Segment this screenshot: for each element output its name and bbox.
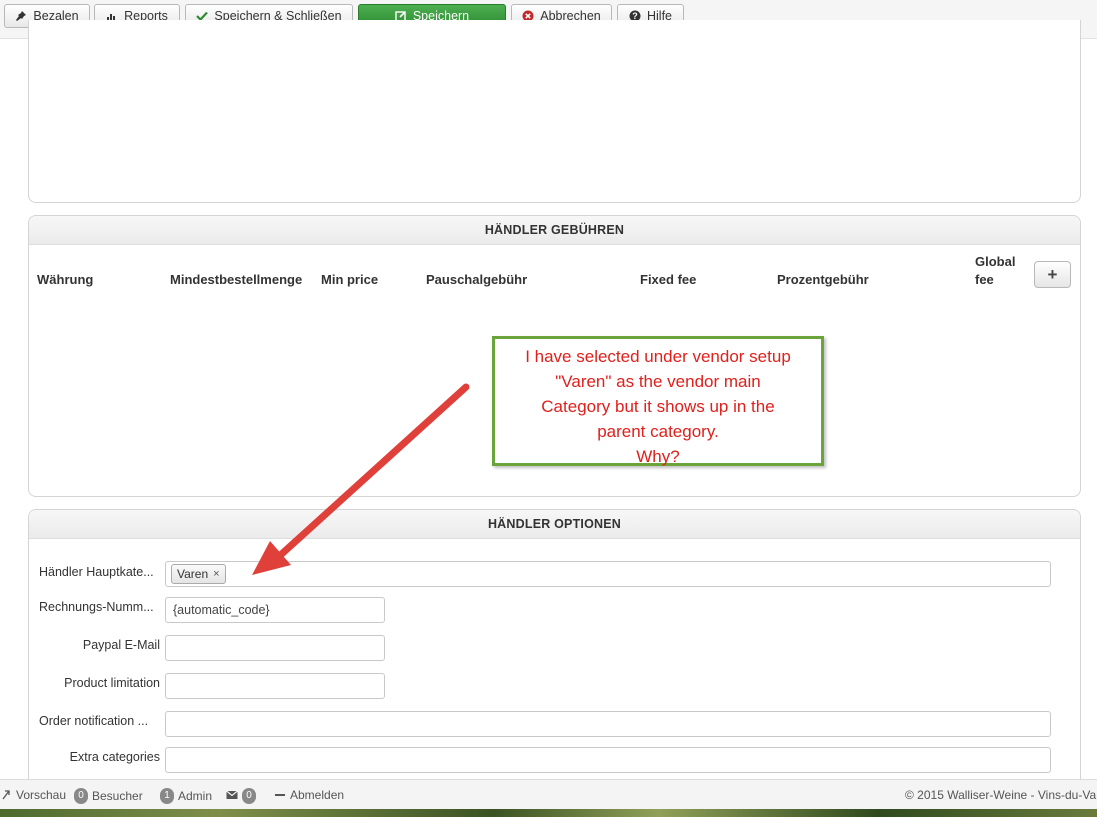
copyright-text: © 2015 Walliser-Weine - Vins-du-Va [905,788,1097,802]
annotation-note: I have selected under vendor setup "Vare… [492,336,824,466]
product-limitation-input[interactable] [165,673,385,699]
previous-panel [28,20,1081,203]
admin-badge: 1 [160,788,174,804]
column-global-fee-line2: fee [975,272,994,287]
column-global-fee-line1: Global [975,254,1016,269]
order-notification-input[interactable] [165,711,1051,737]
annotation-line-3: Category but it shows up in the [541,397,775,416]
remove-chip-icon[interactable]: × [213,568,219,580]
plus-icon: + [1047,264,1058,284]
annotation-line-2: "Varen" as the vendor main [555,372,761,391]
status-bar: Vorschau 0 Besucher 1 Admin 0 Abmelden ©… [0,779,1097,810]
preview-label: Vorschau [16,788,67,802]
options-panel: HÄNDLER OPTIONEN Händler Hauptkate... Va… [28,509,1081,799]
preview-link[interactable]: Vorschau [0,788,66,802]
invoice-number-input[interactable]: {automatic_code} [165,597,385,623]
invoice-number-value: {automatic_code} [173,603,270,617]
main-category-label: Händler Hauptkate... [39,565,154,579]
logout-label: Abmelden [290,788,345,802]
column-min-price: Min price [321,272,379,287]
visitors-label: Besucher [92,789,143,803]
options-panel-title: HÄNDLER OPTIONEN [29,510,1080,539]
column-flat-fee: Pauschalgebühr [426,272,528,287]
product-limitation-label: Product limitation [64,676,160,690]
minus-icon [274,789,286,801]
visitors-badge: 0 [74,788,88,804]
add-fee-button[interactable]: + [1034,261,1071,288]
column-percent-fee: Prozentgebühr [777,272,869,287]
annotation-line-4: parent category. [597,422,719,441]
order-notification-label: Order notification ... [39,714,149,728]
external-link-icon [0,789,12,801]
category-chip: Varen × [171,564,226,584]
paypal-email-input[interactable] [165,635,385,661]
paypal-email-label: Paypal E-Mail [82,638,160,652]
visitors-indicator[interactable]: 0 Besucher [74,788,143,804]
admin-label: Admin [178,789,213,803]
category-chip-label: Varen [177,567,209,581]
envelope-icon [226,790,238,802]
messages-indicator[interactable]: 0 [226,788,256,804]
admin-indicator[interactable]: 1 Admin [160,788,212,804]
main-category-select[interactable]: Varen × [165,561,1051,587]
fees-panel-title: HÄNDLER GEBÜHREN [29,216,1080,245]
invoice-number-label: Rechnungs-Numm... [39,600,154,614]
messages-badge: 0 [242,788,256,804]
column-currency: Währung [37,272,94,287]
extra-categories-label: Extra categories [69,750,160,764]
extra-categories-input[interactable] [165,747,1051,773]
column-fixed-fee: Fixed fee [640,272,697,287]
pin-icon [15,10,27,22]
logout-link[interactable]: Abmelden [274,788,344,802]
background-image-strip [0,809,1097,817]
column-min-order-qty: Mindestbestellmenge [170,272,303,287]
annotation-line-5: Why? [636,447,680,466]
annotation-line-1: I have selected under vendor setup [525,347,791,366]
